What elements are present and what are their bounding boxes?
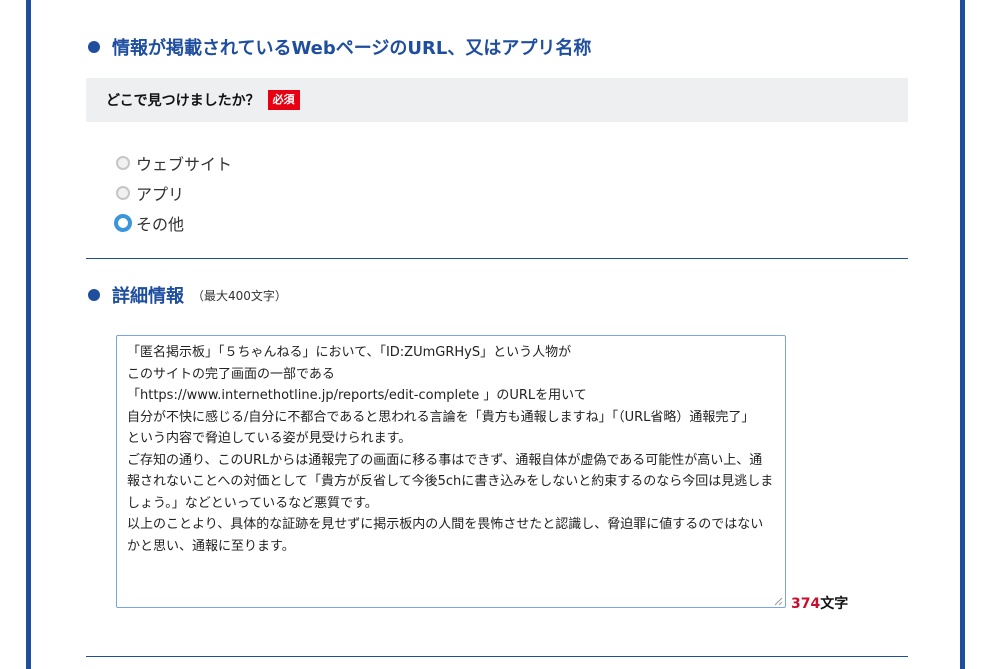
radio-label-other[interactable]: その他: [136, 211, 184, 235]
resize-grip-icon[interactable]: [773, 596, 783, 606]
frame-left-border: [26, 0, 31, 669]
frame-right-border: [960, 0, 965, 669]
source-section-title: 情報が掲載されているWebページのURL、又はアプリ名称: [112, 38, 592, 59]
detail-max-length-note: （最大400文字）: [192, 288, 287, 303]
detail-textarea[interactable]: 「匿名掲示板」「５ちゃんねる」において、「ID:ZUmGRHyS」という人物が …: [116, 335, 786, 608]
section-divider: [86, 258, 908, 259]
detail-section-heading: 詳細情報 （最大400文字）: [88, 282, 287, 308]
detail-section-title: 詳細情報: [112, 286, 184, 307]
radio-button-other[interactable]: [114, 214, 132, 232]
radio-button-app[interactable]: [116, 186, 130, 200]
radio-option-app[interactable]: アプリ: [116, 178, 232, 208]
source-section-heading: 情報が掲載されているWebページのURL、又はアプリ名称: [88, 34, 591, 60]
section-divider-bottom: [86, 656, 908, 657]
radio-label-app[interactable]: アプリ: [136, 181, 184, 205]
char-count-value: 374: [791, 596, 821, 612]
radio-option-website[interactable]: ウェブサイト: [116, 148, 232, 178]
question-label: どこで見つけましたか？: [106, 93, 260, 109]
char-count-unit: 文字: [820, 596, 849, 612]
char-counter: 374文字: [791, 593, 848, 613]
radio-label-website[interactable]: ウェブサイト: [136, 151, 232, 175]
required-badge: 必須: [267, 90, 300, 110]
bullet-icon: [88, 289, 100, 301]
bullet-icon: [88, 41, 100, 53]
radio-option-other[interactable]: その他: [114, 208, 232, 238]
radio-button-website[interactable]: [116, 156, 130, 170]
source-radio-group: ウェブサイト アプリ その他: [114, 148, 232, 238]
question-bar: どこで見つけましたか？ 必須: [86, 78, 908, 122]
